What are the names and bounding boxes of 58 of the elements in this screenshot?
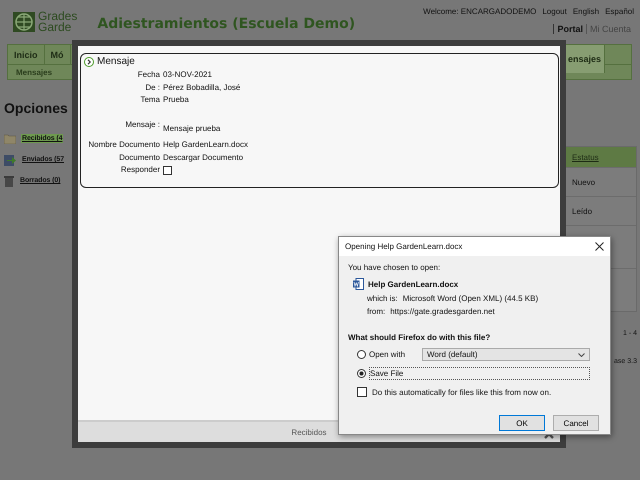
info-value: Microsoft Word (Open XML) (44.5 KB) — [402, 294, 538, 303]
field-label: De : — [144, 82, 160, 94]
download-link[interactable]: Descargar Documento — [163, 152, 555, 164]
field-value: 03-NOV-2021 — [163, 69, 213, 81]
question-text: What should Firefox do with this file? — [348, 333, 492, 342]
account-link[interactable]: Portal — [553, 24, 586, 34]
nav-tab[interactable]: Inicio — [8, 45, 45, 64]
field-label: Fecha — [136, 69, 160, 81]
field-label: Documento — [118, 152, 160, 164]
footer-label: Recibidos — [291, 428, 327, 436]
chevron-circle-icon — [84, 56, 94, 66]
panel-legend: Mensaje — [97, 56, 135, 67]
field-value: Pérez Bobadilla, José — [163, 82, 242, 94]
document-icon — [353, 278, 364, 290]
folder-icon — [4, 134, 16, 144]
info-value: https://gate.gradesgarden.net — [390, 307, 495, 316]
dialog-title: Opening Help GardenLearn.docx — [345, 242, 462, 251]
message-text: Mensaje prueba — [163, 122, 222, 135]
remember-checkbox[interactable] — [357, 387, 367, 397]
field-value: Prueba — [163, 94, 190, 106]
field-label: Mensaje : — [124, 118, 160, 131]
intro-text: You have chosen to open: — [348, 263, 442, 272]
globe-logo-icon — [12, 11, 36, 33]
page-title: Adiestramientos (Escuela Demo) — [97, 16, 356, 34]
app-dropdown[interactable]: Word (default) — [422, 348, 590, 361]
dialog-button[interactable]: Cancel — [553, 415, 599, 431]
sent-icon — [4, 154, 16, 166]
header-link[interactable]: Español — [605, 7, 634, 16]
reply-checkbox[interactable] — [163, 166, 172, 175]
table-cell: Nuevo — [565, 167, 636, 196]
section-title: Opciones — [4, 100, 69, 116]
field-value: Help GardenLearn.docx — [163, 139, 249, 151]
nav-tab[interactable]: ensajes — [565, 45, 605, 73]
field-label: Nombre Documento — [87, 139, 160, 151]
radio-button[interactable] — [357, 350, 366, 359]
header-link[interactable]: English — [572, 7, 600, 16]
dialog-button[interactable]: OK — [499, 415, 545, 431]
logo-text: Garde — [38, 22, 72, 33]
logo-text: Grades — [38, 11, 78, 22]
checkbox-label[interactable]: Do this automatically for files like this from now on. — [372, 388, 552, 396]
welcome-text: Welcome: ENCARGADODEMO — [423, 7, 536, 16]
info-label: which is: — [367, 294, 398, 303]
option-label[interactable]: Open with — [369, 350, 419, 359]
field-label: Responder — [120, 164, 160, 176]
column-header[interactable]: Estatus — [565, 147, 636, 167]
close-icon[interactable] — [595, 242, 604, 251]
caret-icon — [578, 352, 585, 356]
radio-button[interactable] — [357, 369, 366, 378]
header-link[interactable]: Logout — [542, 7, 567, 16]
field-label: Tema — [139, 94, 160, 106]
trash-icon — [4, 174, 14, 186]
nav-tab[interactable]: Mó — [44, 45, 71, 64]
subnav-link[interactable]: Mensajes — [8, 68, 52, 76]
table-cell: Leído — [565, 196, 636, 225]
file-name: Help GardenLearn.docx — [368, 280, 458, 288]
chevron-up-icon[interactable] — [544, 432, 554, 439]
info-label: from: — [367, 307, 386, 316]
option-label[interactable]: Save File — [369, 367, 590, 380]
